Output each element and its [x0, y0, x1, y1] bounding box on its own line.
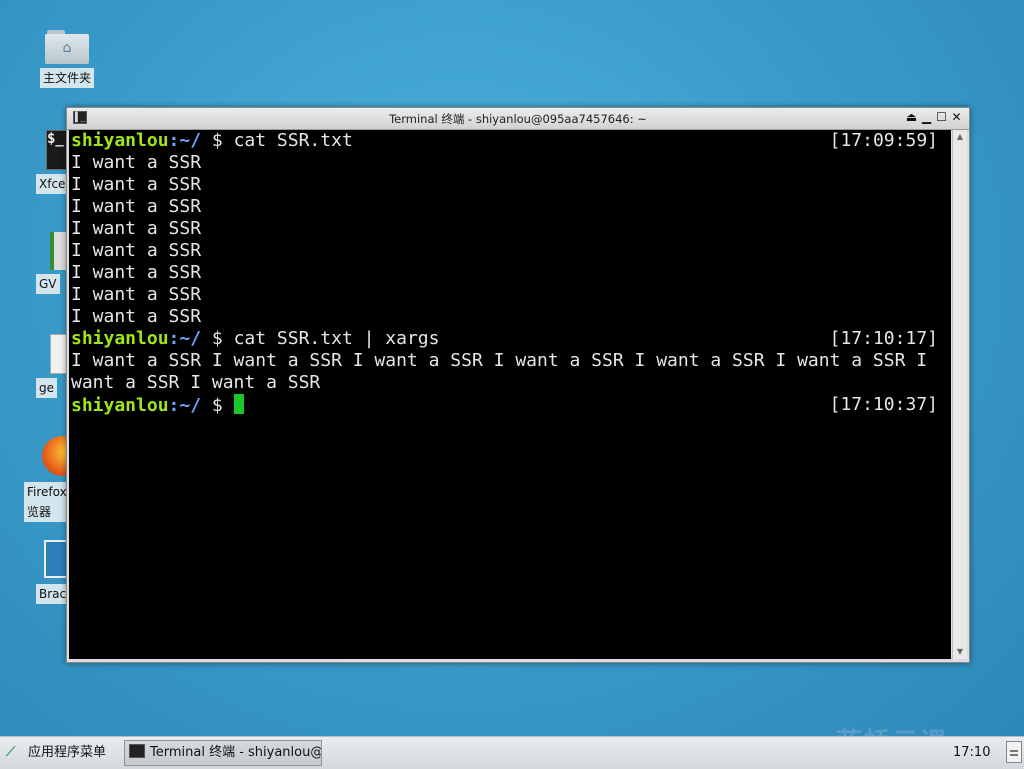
command-text: cat SSR.txt | xargs [233, 328, 440, 349]
prompt-path: :~/ [168, 130, 202, 151]
taskbar: ⟋ 应用程序菜单 Terminal 终端 - shiyanlou@… 17:10 [0, 736, 1024, 769]
terminal-task-icon [129, 744, 145, 758]
scroll-down-icon[interactable]: ▼ [953, 645, 967, 659]
brackets-desktop-icon[interactable]: Brac [36, 540, 70, 604]
prompt-user: shiyanlou [71, 395, 169, 416]
gv-label: GV [36, 274, 60, 294]
prompt-symbol: $ [201, 328, 234, 349]
terminal-output[interactable]: shiyanlou:~/ $ cat SSR.txt [17:09:59] I w… [69, 130, 951, 659]
shade-icon[interactable]: ⏏ [905, 110, 920, 124]
maximize-icon[interactable]: ☐ [935, 110, 950, 124]
xargs-output-line: want a SSR I want a SSR [71, 372, 321, 393]
prompt-line: shiyanlou:~/ $ cat SSR.txt [17:09:59] [69, 130, 951, 152]
prompt-line: shiyanlou:~/ $ [17:10:37] [69, 394, 951, 416]
prompt-user: shiyanlou [71, 328, 169, 349]
vertical-scrollbar[interactable]: ▲ ▼ [952, 130, 967, 659]
output-line: I want a SSR [71, 240, 202, 261]
scroll-up-icon[interactable]: ▲ [953, 130, 967, 144]
gedit-desktop-icon[interactable]: ge [36, 334, 68, 398]
prompt-path: :~/ [168, 328, 202, 349]
minimize-icon[interactable]: ▁ [920, 110, 935, 124]
taskbar-terminal-button[interactable]: Terminal 终端 - shiyanlou@… [124, 740, 322, 766]
app-menu-label: 应用程序菜单 [28, 745, 107, 760]
firefox-label-2: 览器 [24, 502, 66, 522]
applications-menu-button[interactable]: ⟋ 应用程序菜单 [6, 742, 106, 764]
window-titlebar[interactable]: ▌_ Terminal 终端 - shiyanlou@095aa7457646:… [67, 108, 969, 130]
output-line: I want a SSR [71, 284, 202, 305]
ge-label: ge [36, 378, 57, 398]
timestamp: [17:10:17] [829, 328, 938, 349]
prompt-path: :~/ [168, 395, 202, 416]
prompt-symbol: $ [201, 130, 234, 151]
app-menu-icon: ⟋ [6, 745, 16, 760]
output-line: I want a SSR [71, 152, 202, 173]
show-desktop-icon[interactable] [1006, 741, 1022, 763]
clock: 17:10 [953, 745, 991, 760]
firefox-label: Firefox [24, 482, 67, 502]
output-line: I want a SSR [71, 196, 202, 217]
close-icon[interactable]: ✕ [950, 110, 965, 124]
home-folder-icon[interactable]: ⌂ 主文件夹 [36, 28, 98, 88]
output-line: I want a SSR [71, 174, 202, 195]
brac-label: Brac [36, 584, 70, 604]
xfce-label: Xfce [36, 174, 69, 194]
prompt-user: shiyanlou [71, 130, 169, 151]
home-folder-label: 主文件夹 [39, 68, 94, 88]
output-line: I want a SSR [71, 218, 202, 239]
output-line: I want a SSR [71, 306, 202, 327]
window-title: Terminal 终端 - shiyanlou@095aa7457646: ~ [389, 112, 647, 126]
text-cursor [233, 394, 244, 414]
folder-icon: ⌂ [45, 28, 89, 64]
prompt-line: shiyanlou:~/ $ cat SSR.txt | xargs [17:10… [69, 328, 951, 350]
output-line: I want a SSR [71, 262, 202, 283]
timestamp: [17:09:59] [829, 130, 938, 151]
timestamp: [17:10:37] [829, 394, 938, 415]
gvim-desktop-icon[interactable]: GV [36, 232, 70, 294]
window-controls: ⏏ ▁ ☐ ✕ [905, 110, 965, 124]
command-text: cat SSR.txt [233, 130, 353, 151]
terminal-window[interactable]: ▌_ Terminal 终端 - shiyanlou@095aa7457646:… [66, 107, 970, 663]
taskbar-terminal-label: Terminal 终端 - shiyanlou@… [150, 745, 322, 760]
xargs-output-line: I want a SSR I want a SSR I want a SSR I… [71, 350, 928, 371]
prompt-symbol: $ [201, 395, 234, 416]
